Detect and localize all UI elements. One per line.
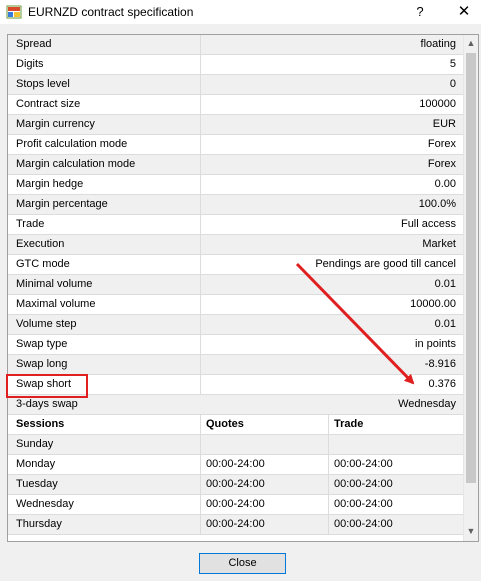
session-trade: 00:00-24:00 bbox=[334, 498, 393, 510]
vertical-scrollbar[interactable]: ▲ ▼ bbox=[463, 35, 478, 541]
table-row: Tuesday 00:00-24:00 00:00-24:00 bbox=[8, 475, 463, 495]
quotes-column-header: Quotes bbox=[201, 415, 329, 434]
grid-body: Spread floating Digits 5 Stops level 0 C… bbox=[8, 35, 463, 541]
close-button[interactable]: Close bbox=[199, 553, 286, 574]
property-label: Margin calculation mode bbox=[8, 155, 201, 174]
session-quotes: 00:00-24:00 bbox=[201, 495, 329, 514]
property-label: Execution bbox=[8, 235, 201, 254]
session-trade: 00:00-24:00 bbox=[334, 458, 393, 470]
property-value: 0 bbox=[449, 78, 456, 90]
table-row: Swap long -8.916 bbox=[8, 355, 463, 375]
property-value: Wednesday bbox=[398, 398, 456, 410]
table-row: Stops level 0 bbox=[8, 75, 463, 95]
property-label: Swap type bbox=[8, 335, 201, 354]
property-value: Pendings are good till cancel bbox=[315, 258, 456, 270]
property-value: 100000 bbox=[419, 98, 456, 110]
table-row: Swap short 0.376 bbox=[8, 375, 463, 395]
trade-column-header: Trade bbox=[334, 418, 364, 430]
session-quotes: 00:00-24:00 bbox=[201, 515, 329, 534]
property-value: Full access bbox=[400, 218, 456, 230]
property-label: GTC mode bbox=[8, 255, 201, 274]
property-label: Margin currency bbox=[8, 115, 201, 134]
session-quotes: 00:00-24:00 bbox=[201, 475, 329, 494]
session-day: Sunday bbox=[8, 435, 201, 454]
property-label: 3-days swap bbox=[16, 398, 78, 410]
table-row: Margin calculation mode Forex bbox=[8, 155, 463, 175]
property-label: Swap long bbox=[8, 355, 201, 374]
session-trade bbox=[329, 435, 463, 454]
session-day: Tuesday bbox=[8, 475, 201, 494]
table-row: Trade Full access bbox=[8, 215, 463, 235]
scroll-up-icon[interactable]: ▲ bbox=[464, 35, 478, 51]
table-row: Maximal volume 10000.00 bbox=[8, 295, 463, 315]
property-label: Profit calculation mode bbox=[8, 135, 201, 154]
specification-grid: Spread floating Digits 5 Stops level 0 C… bbox=[7, 34, 479, 542]
table-row: Margin hedge 0.00 bbox=[8, 175, 463, 195]
table-row: Contract size 100000 bbox=[8, 95, 463, 115]
scroll-down-icon[interactable]: ▼ bbox=[464, 523, 478, 539]
table-row: Margin currency EUR bbox=[8, 115, 463, 135]
window-title: EURNZD contract specification bbox=[28, 5, 194, 19]
table-row: Wednesday 00:00-24:00 00:00-24:00 bbox=[8, 495, 463, 515]
session-quotes: 00:00-24:00 bbox=[201, 455, 329, 474]
property-value: EUR bbox=[432, 118, 456, 130]
property-value: 0.01 bbox=[434, 318, 456, 330]
property-label: Maximal volume bbox=[8, 295, 201, 314]
property-value: Forex bbox=[427, 158, 456, 170]
property-value: Market bbox=[422, 238, 456, 250]
property-value: 100.0% bbox=[418, 198, 456, 210]
table-row: Sunday bbox=[8, 435, 463, 455]
session-day: Monday bbox=[8, 455, 201, 474]
close-icon[interactable]: ✕ bbox=[454, 2, 474, 22]
help-icon[interactable]: ? bbox=[410, 2, 430, 22]
property-label: Digits bbox=[8, 55, 201, 74]
table-row: Digits 5 bbox=[8, 55, 463, 75]
property-label: Volume step bbox=[8, 315, 201, 334]
sessions-header-row: Sessions Quotes Trade bbox=[8, 415, 463, 435]
app-icon bbox=[6, 5, 22, 19]
session-trade: 00:00-24:00 bbox=[334, 478, 393, 490]
property-value: 5 bbox=[449, 58, 456, 70]
session-quotes bbox=[201, 435, 329, 454]
property-value: 10000.00 bbox=[410, 298, 456, 310]
property-label: Swap short bbox=[8, 375, 201, 394]
property-label: Minimal volume bbox=[8, 275, 201, 294]
property-label: Contract size bbox=[8, 95, 201, 114]
title-bar: EURNZD contract specification ? ✕ bbox=[0, 0, 481, 24]
sessions-column-header: Sessions bbox=[8, 415, 201, 434]
scroll-thumb[interactable] bbox=[466, 53, 476, 483]
property-value: 0.376 bbox=[428, 378, 456, 390]
property-value: 0.00 bbox=[434, 178, 456, 190]
table-row: Execution Market bbox=[8, 235, 463, 255]
property-label: Stops level bbox=[8, 75, 201, 94]
table-row: Profit calculation mode Forex bbox=[8, 135, 463, 155]
property-label: Margin percentage bbox=[8, 195, 201, 214]
table-row: Monday 00:00-24:00 00:00-24:00 bbox=[8, 455, 463, 475]
table-row: Swap type in points bbox=[8, 335, 463, 355]
property-value: -8.916 bbox=[424, 358, 456, 370]
table-row: GTC mode Pendings are good till cancel bbox=[8, 255, 463, 275]
property-value: floating bbox=[420, 38, 456, 50]
table-row: Volume step 0.01 bbox=[8, 315, 463, 335]
property-value: in points bbox=[415, 338, 456, 350]
property-value: 0.01 bbox=[434, 278, 456, 290]
table-row: Spread floating bbox=[8, 35, 463, 55]
table-row: Thursday 00:00-24:00 00:00-24:00 bbox=[8, 515, 463, 535]
property-label: Trade bbox=[8, 215, 201, 234]
session-trade: 00:00-24:00 bbox=[334, 518, 393, 530]
table-row: Minimal volume 0.01 bbox=[8, 275, 463, 295]
session-day: Thursday bbox=[8, 515, 201, 534]
property-label: Spread bbox=[8, 35, 201, 54]
contract-spec-window: EURNZD contract specification ? ✕ Spread… bbox=[0, 0, 481, 581]
table-row: Margin percentage 100.0% bbox=[8, 195, 463, 215]
session-day: Wednesday bbox=[8, 495, 201, 514]
property-label: Margin hedge bbox=[8, 175, 201, 194]
property-value: Forex bbox=[427, 138, 456, 150]
table-row: 3-days swap Wednesday bbox=[8, 395, 463, 415]
